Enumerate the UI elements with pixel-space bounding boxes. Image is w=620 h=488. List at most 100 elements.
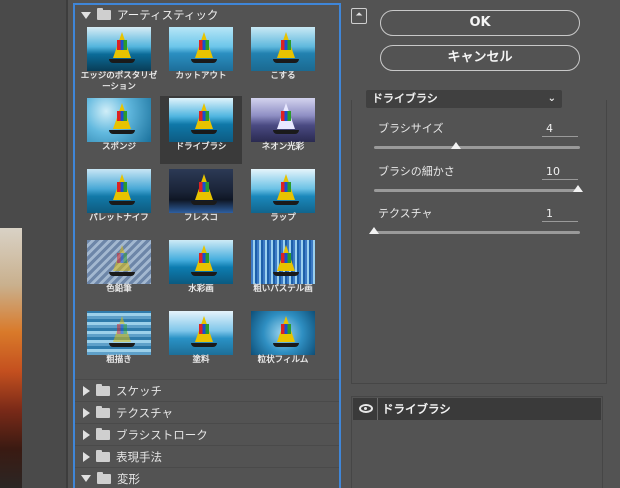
preview-canvas: [0, 228, 22, 488]
filter-thumbnail[interactable]: 粒状フィルム: [242, 309, 324, 377]
boat-hull: [273, 59, 299, 63]
category-row[interactable]: スケッチ: [75, 379, 339, 401]
folder-icon: [96, 383, 110, 396]
sailboat-icon: [195, 174, 213, 200]
thumbnail-label: ネオン光彩: [261, 142, 305, 152]
category-label: ブラシストローク: [116, 427, 208, 442]
thumbnail-image: [169, 311, 233, 355]
triangle-down-icon: [81, 475, 91, 482]
collapse-gallery-button[interactable]: ⏶: [351, 8, 367, 24]
thumbnail-label: 色鉛筆: [106, 284, 132, 294]
thumbnail-label: フレスコ: [183, 213, 218, 223]
thumbnail-grid: エッジのポスタリゼーション カットアウト こするスポンジ ドライブラシ ネオン光彩パレッ…: [75, 25, 339, 379]
filter-select-value: ドライブラシ: [372, 92, 438, 105]
thumbnail-label: ラップ: [270, 213, 296, 223]
filter-thumbnail[interactable]: 色鉛筆: [78, 238, 160, 306]
param-value-input[interactable]: 10: [542, 164, 578, 180]
thumbnail-image: [251, 98, 315, 142]
chevron-down-icon: ⌄: [547, 93, 556, 104]
sailboat-icon: [113, 316, 131, 342]
thumbnail-image: [87, 169, 151, 213]
thumbnail-label: 粗描き: [106, 355, 132, 365]
folder-icon: [96, 427, 110, 440]
filter-settings-panel: [351, 100, 607, 384]
sailboat-icon: [195, 103, 213, 129]
param-slider-track[interactable]: [374, 189, 580, 192]
sailboat-icon: [195, 32, 213, 58]
filter-gallery: アーティスティック エッジのポスタリゼーション カットアウト こするスポンジ ドライブ…: [73, 3, 341, 488]
folder-icon: [96, 405, 110, 418]
thumbnail-label: 塗料: [192, 355, 210, 365]
boat-hull: [273, 130, 299, 134]
sailboat-icon: [113, 32, 131, 58]
filter-thumbnail[interactable]: スポンジ: [78, 96, 160, 164]
filter-thumbnail[interactable]: パレットナイフ: [78, 167, 160, 235]
sailboat-icon: [277, 316, 295, 342]
triangle-right-icon: [83, 407, 90, 418]
category-row[interactable]: ブラシストローク: [75, 423, 339, 445]
filter-thumbnail[interactable]: ネオン光彩: [242, 96, 324, 164]
category-row[interactable]: テクスチャ: [75, 401, 339, 423]
filter-thumbnail[interactable]: フレスコ: [160, 167, 242, 235]
boat-hull: [191, 343, 217, 347]
filter-thumbnail[interactable]: ドライブラシ: [160, 96, 242, 164]
thumbnail-label: パレットナイフ: [89, 213, 149, 223]
thumbnail-label: 粗いパステル画: [253, 284, 313, 294]
param-slider-track[interactable]: [374, 146, 580, 149]
boat-hull: [109, 59, 135, 63]
slider-handle[interactable]: [573, 185, 583, 192]
eye-icon[interactable]: [359, 404, 373, 413]
effect-layer-row[interactable]: ドライブラシ: [353, 398, 601, 420]
category-label: テクスチャ: [116, 405, 174, 420]
collapse-icon: ⏶: [355, 10, 363, 20]
triangle-right-icon: [83, 385, 90, 396]
sailboat-icon: [113, 103, 131, 129]
param-slider-track[interactable]: [374, 231, 580, 234]
filter-select[interactable]: ドライブラシ ⌄: [366, 90, 562, 108]
ok-button[interactable]: OK: [380, 10, 580, 36]
param-value-input[interactable]: 4: [542, 121, 578, 137]
filter-thumbnail[interactable]: 粗いパステル画: [242, 238, 324, 306]
collapsed-categories: スケッチテクスチャブラシストローク表現手法変形: [75, 379, 339, 488]
thumbnail-image: [169, 240, 233, 284]
thumbnail-image: [251, 27, 315, 71]
image-preview: [0, 0, 68, 488]
cancel-button[interactable]: キャンセル: [380, 45, 580, 71]
thumbnail-image: [87, 98, 151, 142]
category-label: アーティスティック: [117, 8, 219, 22]
thumbnail-image: [87, 311, 151, 355]
sailboat-icon: [113, 174, 131, 200]
filter-thumbnail[interactable]: エッジのポスタリゼーション: [78, 25, 160, 93]
triangle-right-icon: [83, 451, 90, 462]
filter-thumbnail[interactable]: こする: [242, 25, 324, 93]
slider-handle[interactable]: [369, 227, 379, 234]
filter-thumbnail[interactable]: 粗描き: [78, 309, 160, 377]
param-label: テクスチャ: [378, 207, 433, 220]
folder-icon: [97, 471, 111, 484]
thumbnail-image: [169, 98, 233, 142]
category-label: 変形: [117, 471, 140, 486]
thumbnail-label: ドライブラシ: [175, 142, 227, 152]
thumbnail-image: [169, 27, 233, 71]
sailboat-icon: [195, 245, 213, 271]
filter-thumbnail[interactable]: 塗料: [160, 309, 242, 377]
category-row[interactable]: 変形: [75, 467, 339, 488]
filter-thumbnail[interactable]: カットアウト: [160, 25, 242, 93]
thumbnail-image: [87, 240, 151, 284]
preview-divider: [66, 0, 68, 488]
filter-thumbnail[interactable]: ラップ: [242, 167, 324, 235]
thumbnail-image: [251, 169, 315, 213]
param-label: ブラシサイズ: [378, 122, 444, 135]
boat-hull: [273, 201, 299, 205]
filter-thumbnail[interactable]: 水彩画: [160, 238, 242, 306]
category-artistic[interactable]: アーティスティック: [75, 5, 339, 25]
param-value-input[interactable]: 1: [542, 206, 578, 222]
param-label: ブラシの細かさ: [378, 165, 455, 178]
effect-layer-label: ドライブラシ: [377, 398, 451, 420]
category-row[interactable]: 表現手法: [75, 445, 339, 467]
boat-hull: [191, 59, 217, 63]
sailboat-icon: [277, 245, 295, 271]
sailboat-icon: [195, 316, 213, 342]
slider-handle[interactable]: [450, 142, 461, 149]
thumbnail-image: [87, 27, 151, 71]
